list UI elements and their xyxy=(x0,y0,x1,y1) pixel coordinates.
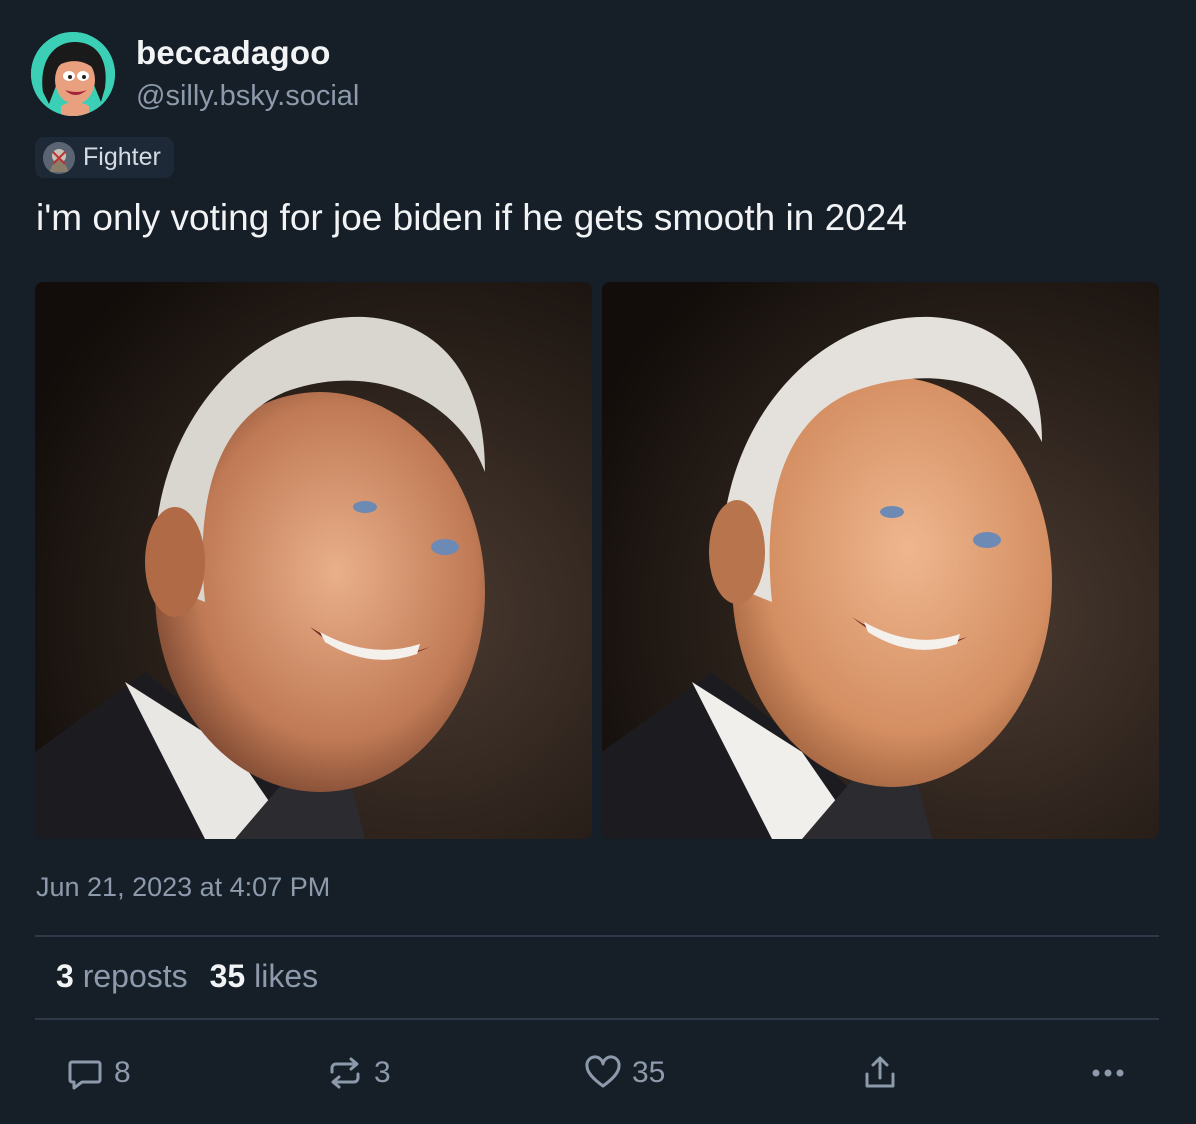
more-options-button[interactable] xyxy=(1088,1052,1128,1094)
like-count: 35 xyxy=(632,1056,666,1089)
cartoon-woman-avatar-icon xyxy=(31,32,115,116)
author-avatar[interactable] xyxy=(31,32,115,116)
author-handle[interactable]: @silly.bsky.social xyxy=(136,80,359,113)
repost-count: 3 xyxy=(374,1056,391,1089)
author-display-name[interactable]: beccadagoo xyxy=(136,34,331,72)
like-button[interactable]: 35 xyxy=(584,1052,665,1094)
heart-icon xyxy=(585,1055,621,1088)
share-button[interactable] xyxy=(861,1052,899,1094)
share-icon xyxy=(865,1056,895,1088)
divider xyxy=(35,1018,1159,1020)
divider xyxy=(35,935,1159,937)
engagement-stats: 3 reposts 35 likes xyxy=(56,958,318,995)
reposts-stat[interactable]: 3 reposts xyxy=(56,958,188,994)
label-text: Fighter xyxy=(83,143,161,171)
reply-count: 8 xyxy=(114,1056,131,1089)
more-dots-icon xyxy=(1092,1069,1124,1077)
post-timestamp[interactable]: Jun 21, 2023 at 4:07 PM xyxy=(36,872,330,903)
repost-icon xyxy=(330,1057,360,1089)
repost-button[interactable]: 3 xyxy=(326,1052,391,1094)
smoothed-photo[interactable] xyxy=(602,282,1159,839)
likes-stat[interactable]: 35 likes xyxy=(210,958,319,994)
original-photo[interactable] xyxy=(35,282,592,839)
post-text: i'm only voting for joe biden if he gets… xyxy=(36,197,907,238)
reply-icon xyxy=(68,1060,102,1090)
fighter-badge-icon xyxy=(43,141,75,174)
reply-button[interactable]: 8 xyxy=(66,1052,131,1094)
fighter-label-badge[interactable]: Fighter xyxy=(35,137,174,178)
